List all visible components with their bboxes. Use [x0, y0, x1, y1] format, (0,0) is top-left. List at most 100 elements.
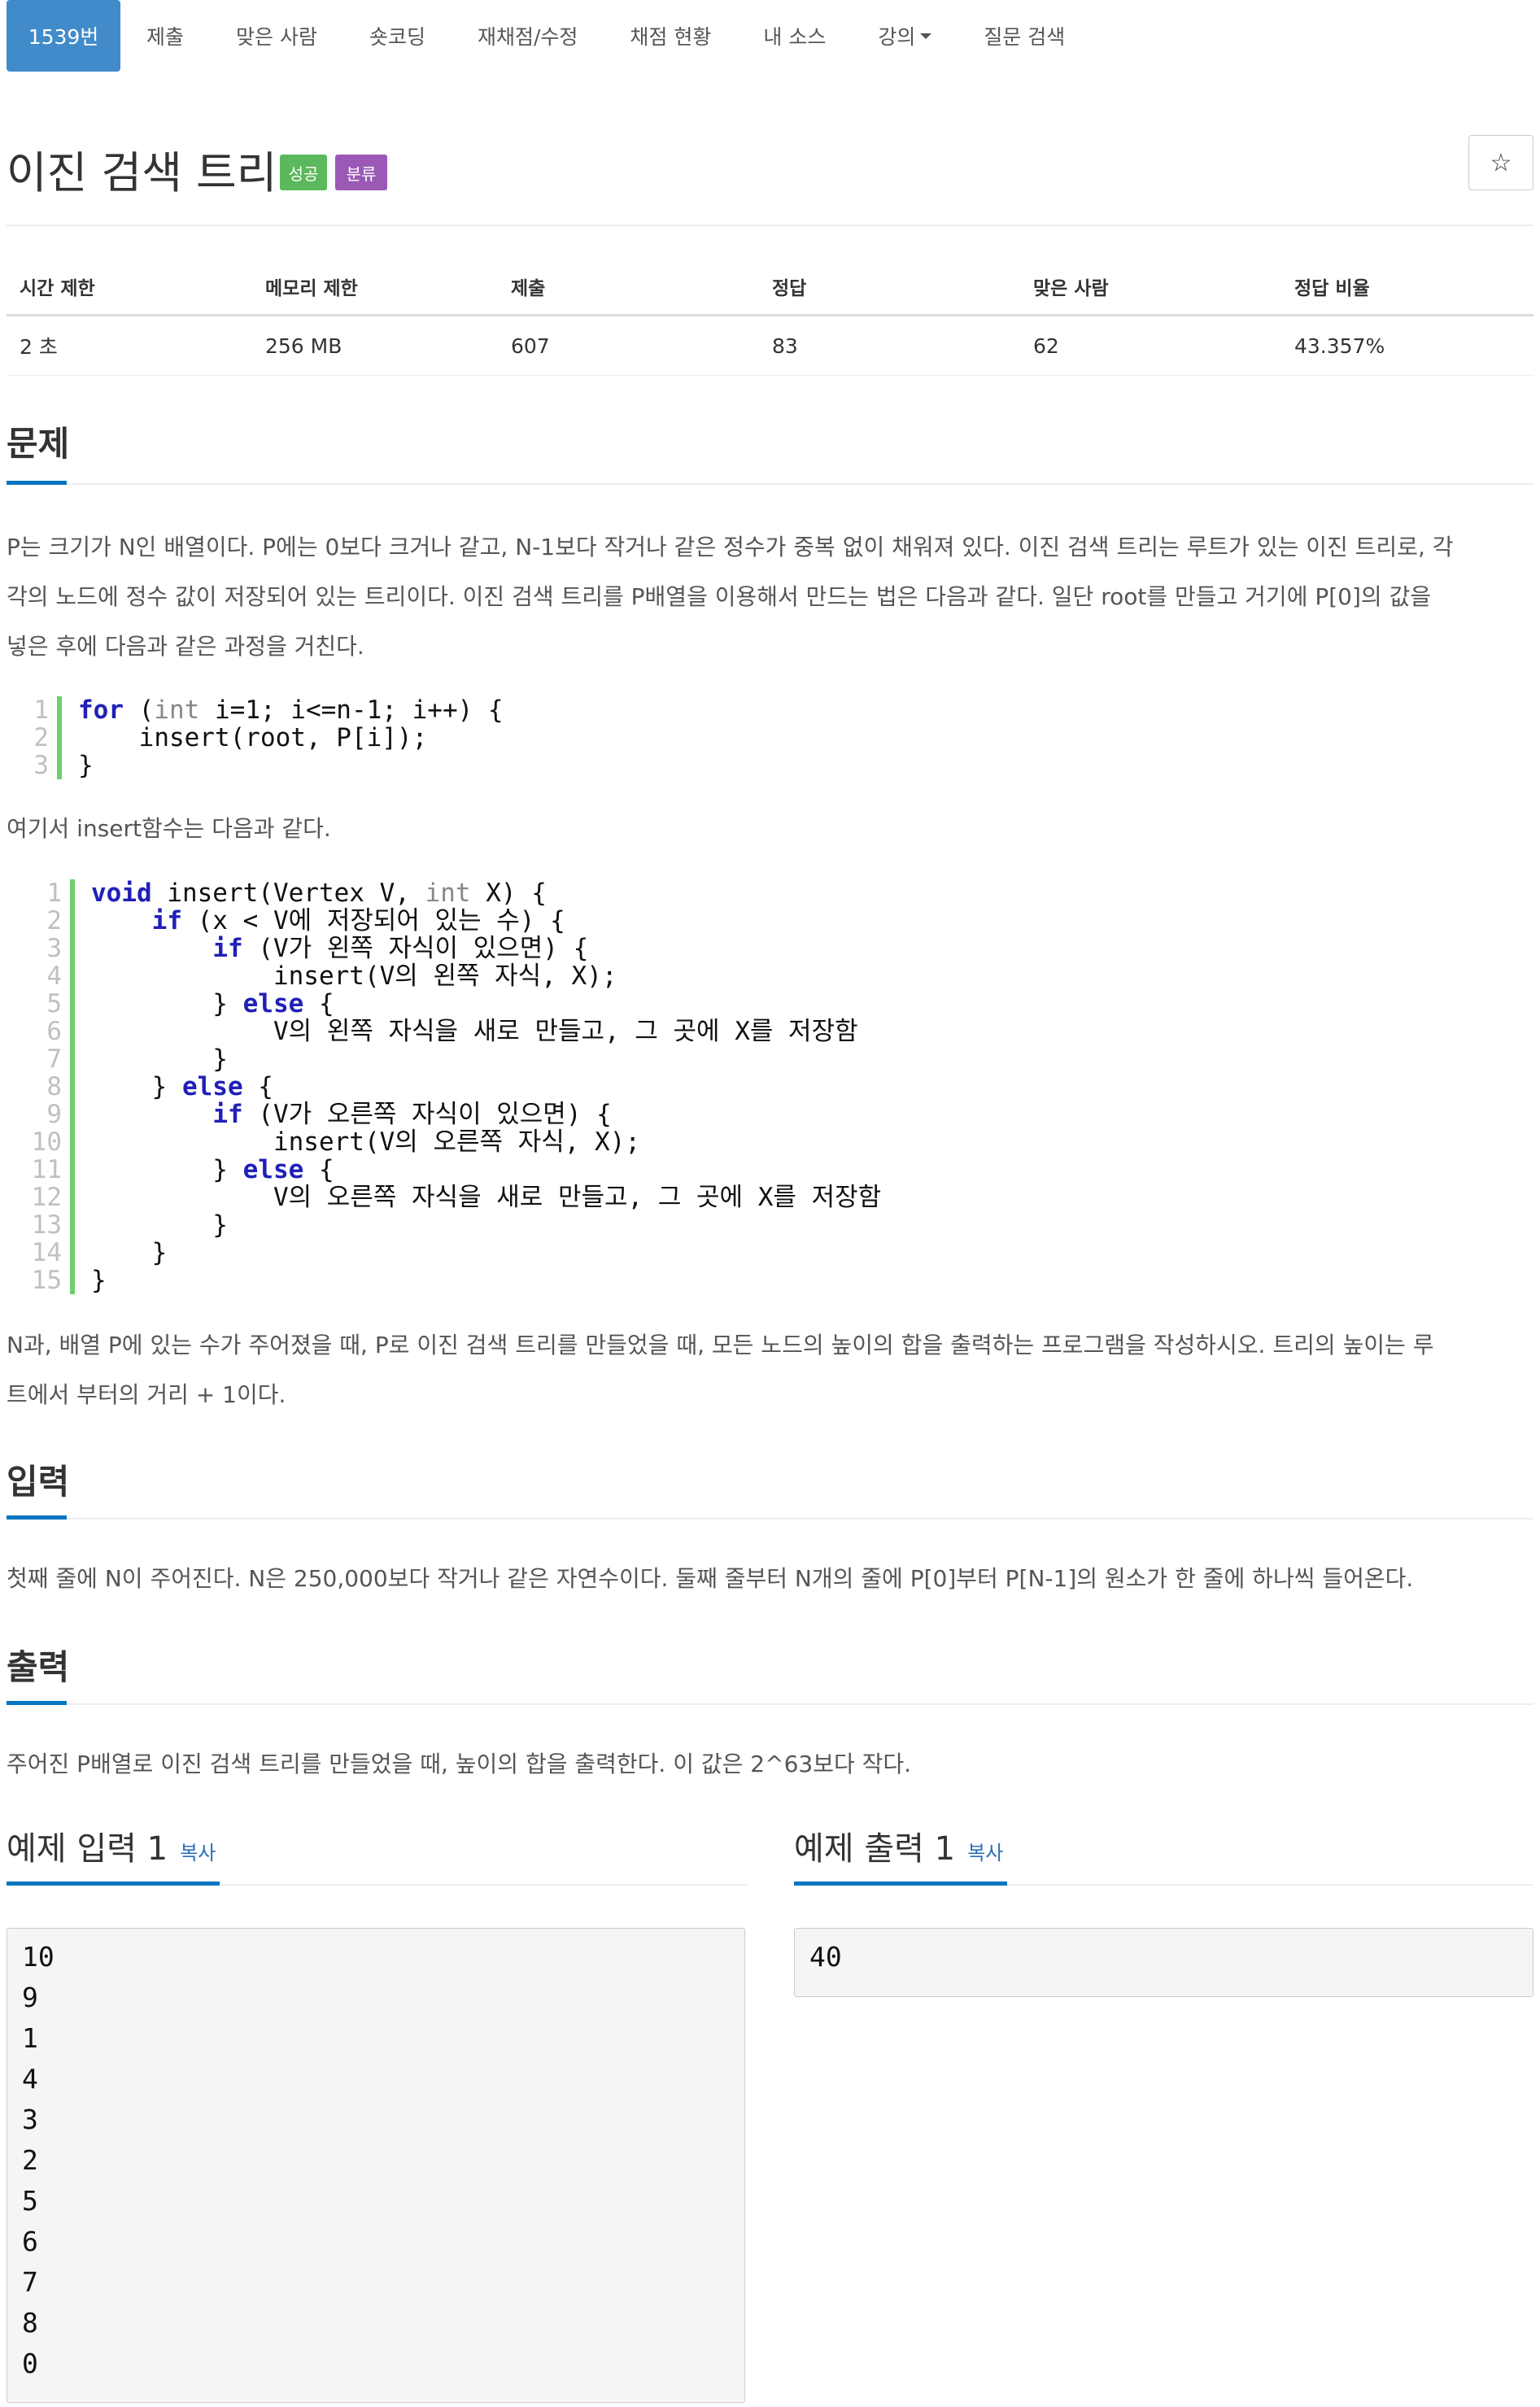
code-gutter — [57, 724, 62, 752]
category-badge[interactable]: 분류 — [335, 155, 387, 190]
line-number: 10 — [31, 1127, 62, 1157]
code-text: V의 오른쪽 자식을 새로 만들고, 그 곳에 X를 저장함 — [91, 1183, 882, 1212]
section-title-problem: 문제 — [7, 424, 70, 464]
description-line: P는 크기가 N인 배열이다. P에는 0보다 크거나 같고, N-1보다 작거… — [7, 534, 1454, 560]
line-number: 6 — [46, 1017, 62, 1046]
nav-item-3[interactable]: 숏코딩 — [343, 0, 452, 72]
code-gutter — [70, 1045, 75, 1073]
line-number: 3 — [33, 751, 49, 780]
code-gutter — [70, 1184, 75, 1211]
output-text: 주어진 P배열로 이진 검색 트리를 만들었을 때, 높이의 합을 출력한다. … — [7, 1751, 912, 1777]
section-underline — [7, 481, 67, 485]
input-text: 첫째 줄에 N이 주어진다. N은 250,000보다 작거나 같은 자연수이다… — [7, 1565, 1414, 1592]
info-value-cell: 256 MB — [265, 334, 342, 358]
line-number: 1 — [33, 696, 49, 725]
code-line: 11 } else { — [20, 1156, 1533, 1184]
nav-item-8[interactable]: 질문 검색 — [958, 0, 1091, 72]
title-row: 이진 검색 트리 성공 분류 ☆ — [7, 122, 1533, 211]
section-problem: 문제 — [7, 416, 1533, 485]
code-block-loop: 1 for (int i=1; i<=n-1; i++) {2 insert(ro… — [7, 696, 1533, 779]
nav-item-4[interactable]: 재채점/수정 — [452, 0, 604, 72]
code-gutter — [70, 907, 75, 935]
code-line: 2 insert(root, P[i]); — [7, 724, 1533, 752]
copy-input-button[interactable]: 복사 — [180, 1842, 216, 1864]
code-line: 1 for (int i=1; i<=n-1; i++) { — [7, 696, 1533, 724]
problem-description-3: N과, 배열 P에 있는 수가 주어졌을 때, P로 이진 검색 트리를 만들었… — [7, 1320, 1533, 1419]
info-header-cell: 맞은 사람 — [1033, 278, 1109, 299]
nav-item-label: 내 소스 — [763, 25, 827, 49]
code-gutter — [70, 1101, 75, 1128]
info-value-cell: 2 초 — [20, 335, 58, 359]
code-text: if (x < V에 저장되어 있는 수) { — [151, 906, 565, 935]
code-gutter — [70, 1239, 75, 1267]
code-gutter — [70, 1156, 75, 1184]
line-number: 5 — [46, 989, 62, 1018]
sample-output-header: 예제 출력 1 복사 — [794, 1822, 1533, 1886]
star-button[interactable]: ☆ — [1468, 135, 1533, 190]
nav-item-5[interactable]: 채점 현황 — [604, 0, 737, 72]
nav-item-0[interactable]: 1539번 — [7, 0, 120, 72]
code-text: V의 왼쪽 자식을 새로 만들고, 그 곳에 X를 저장함 — [91, 1017, 858, 1046]
input-description: 첫째 줄에 N이 주어진다. N은 250,000보다 작거나 같은 자연수이다… — [7, 1554, 1533, 1603]
info-value-cell: 62 — [1033, 334, 1059, 358]
problem-description-1: P는 크기가 N인 배열이다. P에는 0보다 크거나 같고, N-1보다 작거… — [7, 522, 1533, 671]
nav-item-2[interactable]: 맞은 사람 — [210, 0, 343, 72]
section-title-input: 입력 — [7, 1462, 70, 1502]
nav-item-1[interactable]: 제출 — [120, 0, 210, 72]
nav-item-label: 제출 — [146, 25, 185, 49]
sample-output-title: 예제 출력 1 — [794, 1830, 956, 1868]
code-gutter — [70, 935, 75, 962]
copy-output-button[interactable]: 복사 — [967, 1842, 1003, 1864]
code-line: 14 } — [20, 1239, 1533, 1267]
code-line: 12 V의 오른쪽 자식을 새로 만들고, 그 곳에 X를 저장함 — [20, 1184, 1533, 1211]
code-text: } — [91, 1266, 107, 1295]
section-underline — [7, 1701, 67, 1705]
code-line: 8 } else { — [20, 1073, 1533, 1101]
description-line: 각의 노드에 정수 값이 저장되어 있는 트리이다. 이진 검색 트리를 P배열… — [7, 583, 1432, 610]
page-title: 이진 검색 트리 — [7, 147, 277, 198]
sample-input-title: 예제 입력 1 — [7, 1830, 168, 1868]
code-text: if (V가 오른쪽 자식이 있으면) { — [212, 1100, 612, 1129]
code-line: 4 insert(V의 왼쪽 자식, X); — [20, 962, 1533, 990]
code-text: } else { — [91, 989, 334, 1018]
nav-item-7[interactable]: 강의 — [852, 0, 958, 72]
section-line — [7, 483, 1533, 485]
problem-description-2: 여기서 insert함수는 다음과 같다. — [7, 804, 1533, 853]
info-value-cell: 43.357% — [1294, 334, 1385, 358]
description-line: 여기서 insert함수는 다음과 같다. — [7, 815, 331, 842]
nav-item-label: 맞은 사람 — [236, 25, 317, 49]
output-description: 주어진 P배열로 이진 검색 트리를 만들었을 때, 높이의 합을 출력한다. … — [7, 1739, 1533, 1789]
sample-input-box[interactable]: 10 9 1 4 3 2 5 6 7 8 0 — [7, 1928, 745, 2403]
line-number: 15 — [31, 1266, 62, 1295]
line-number: 1 — [46, 879, 62, 908]
code-gutter — [70, 1018, 75, 1045]
line-number: 2 — [33, 723, 49, 752]
line-number: 2 — [46, 906, 62, 935]
nav-item-label: 강의 — [878, 25, 916, 49]
section-line — [7, 1518, 1533, 1520]
section-input: 입력 — [7, 1454, 1533, 1520]
info-header-cell: 시간 제한 — [20, 278, 95, 299]
section-title-output: 출력 — [7, 1647, 70, 1687]
code-line: 6 V의 왼쪽 자식을 새로 만들고, 그 곳에 X를 저장함 — [20, 1018, 1533, 1045]
section-output: 출력 — [7, 1640, 1533, 1705]
description-line: 넣은 후에 다음과 같은 과정을 거친다. — [7, 633, 364, 660]
nav-item-6[interactable]: 내 소스 — [737, 0, 852, 72]
section-underline — [7, 1515, 67, 1520]
code-text: if (V가 왼쪽 자식이 있으면) { — [212, 934, 589, 963]
description-line: 트에서 부터의 거리 + 1이다. — [7, 1381, 286, 1408]
code-text: } — [91, 1044, 228, 1074]
code-gutter — [70, 1211, 75, 1239]
code-gutter — [57, 752, 62, 779]
code-line: 3} — [7, 752, 1533, 779]
code-gutter — [70, 879, 75, 907]
line-number: 9 — [46, 1100, 62, 1129]
line-number: 11 — [31, 1155, 62, 1184]
sample-output-box[interactable]: 40 — [794, 1928, 1533, 1997]
code-line: 7 } — [20, 1045, 1533, 1073]
code-text: insert(root, P[i]); — [78, 723, 428, 752]
info-header-cell: 제출 — [511, 278, 546, 299]
code-line: 15} — [20, 1267, 1533, 1294]
code-line: 1 void insert(Vertex V, int X) { — [20, 879, 1533, 907]
line-number: 4 — [46, 961, 62, 991]
